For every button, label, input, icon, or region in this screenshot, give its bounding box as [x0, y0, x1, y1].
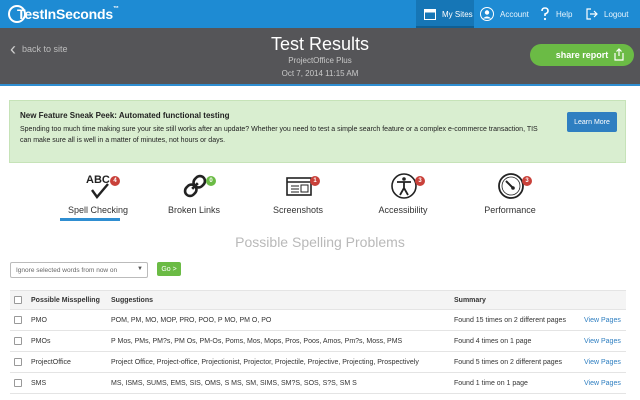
table-row: PMOs P Mos, PMs, PM?s, PM Os, PM-Os, Pom… [10, 331, 626, 352]
row-word: ProjectOffice [31, 358, 71, 366]
nav-help[interactable]: Help [540, 0, 572, 28]
tab-broken-links[interactable]: 0 Broken Links [154, 172, 234, 222]
tab-screenshots-label: Screenshots [272, 205, 324, 215]
link-icon [183, 174, 207, 198]
view-pages-link[interactable]: View Pages [584, 373, 621, 393]
table-row: SMS MS, ISMS, SUMS, EMS, SIS, OMS, S MS,… [10, 373, 626, 394]
spelling-table: Possible Misspelling Suggestions Summary… [10, 290, 626, 394]
logo[interactable]: TestInSeconds™ [8, 4, 119, 24]
row-checkbox[interactable] [14, 337, 22, 345]
row-checkbox[interactable] [14, 316, 22, 324]
tab-broken-links-label: Broken Links [167, 205, 221, 215]
tab-screenshots[interactable]: 1 Screenshots [258, 172, 338, 222]
accessibility-badge: 3 [415, 176, 425, 186]
bulk-action-select[interactable]: Ignore selected words from now on ▼ [10, 262, 148, 278]
share-report-button[interactable]: share report [530, 44, 634, 66]
feature-banner: New Feature Sneak Peek: Automated functi… [9, 100, 626, 163]
caret-down-icon: ▼ [137, 266, 143, 272]
banner-title: New Feature Sneak Peek: Automated functi… [20, 111, 230, 120]
nav-my-sites[interactable]: My Sites [416, 0, 474, 28]
tab-spell-checking[interactable]: ABC 4 Spell Checking [58, 172, 138, 222]
broken-links-badge: 0 [206, 176, 216, 186]
nav-logout-label: Logout [604, 9, 629, 19]
user-icon [480, 7, 494, 21]
spell-checking-badge: 4 [110, 176, 120, 186]
browser-icon [286, 177, 312, 196]
row-suggestions: POM, PM, MO, MOP, PRO, POO, P MO, PM O, … [111, 316, 272, 324]
learn-more-button[interactable]: Learn More [567, 112, 617, 132]
go-button[interactable]: Go > [157, 262, 181, 276]
nav-account[interactable]: Account [480, 0, 529, 28]
nav-help-label: Help [556, 9, 573, 19]
select-all-checkbox[interactable] [14, 296, 22, 304]
section-title: Possible Spelling Problems [235, 234, 405, 250]
view-pages-link[interactable]: View Pages [584, 310, 621, 330]
table-row: ProjectOffice Project Office, Project-of… [10, 352, 626, 373]
table-row: PMO POM, PM, MO, MOP, PRO, POO, P MO, PM… [10, 310, 626, 331]
gauge-icon [498, 173, 524, 199]
report-date: Oct 7, 2014 11:15 AM [281, 69, 359, 78]
nav-my-sites-label: My Sites [442, 9, 473, 19]
top-nav: TestInSeconds™ My Sites Account Help Log… [0, 0, 640, 28]
row-checkbox[interactable] [14, 379, 22, 387]
header-summary: Summary [454, 296, 486, 304]
bulk-action-value: Ignore selected words from now on [16, 267, 118, 274]
row-word: SMS [31, 379, 47, 387]
row-summary: Found 1 time on 1 page [454, 379, 528, 387]
performance-badge: 3 [522, 176, 532, 186]
tab-performance[interactable]: 3 Performance [470, 172, 550, 222]
tab-performance-label: Performance [484, 205, 536, 215]
nav-logout[interactable]: Logout [586, 0, 628, 28]
tab-spell-checking-label: Spell Checking [67, 205, 129, 215]
accessibility-icon [391, 173, 417, 199]
row-summary: Found 5 times on 2 different pages [454, 358, 563, 366]
view-pages-link[interactable]: View Pages [584, 352, 621, 372]
row-word: PMO [31, 316, 47, 324]
row-summary: Found 4 times on 1 page [454, 337, 532, 345]
row-checkbox[interactable] [14, 358, 22, 366]
logo-trademark: ™ [112, 6, 119, 12]
spellcheck-icon: ABC [86, 174, 110, 199]
header-suggestions: Suggestions [111, 296, 154, 304]
row-suggestions: P Mos, PMs, PM?s, PM Os, PM-Os, Poms, Mo… [111, 337, 403, 345]
table-header: Possible Misspelling Suggestions Summary [10, 290, 626, 310]
row-suggestions: Project Office, Project-office, Projecti… [111, 358, 419, 366]
help-icon [541, 7, 549, 21]
logout-icon [586, 8, 598, 20]
screenshots-badge: 1 [310, 176, 320, 186]
active-tab-underline [60, 218, 120, 221]
share-report-label: share report [555, 50, 609, 60]
header-word: Possible Misspelling [31, 296, 100, 304]
row-suggestions: MS, ISMS, SUMS, EMS, SIS, OMS, S MS, SM,… [111, 379, 357, 387]
tab-accessibility-label: Accessibility [378, 205, 428, 215]
nav-account-label: Account [500, 9, 529, 19]
view-pages-link[interactable]: View Pages [584, 331, 621, 351]
logo-text: TestInSeconds [17, 6, 113, 22]
row-word: PMOs [31, 337, 51, 345]
row-summary: Found 15 times on 2 different pages [454, 316, 566, 324]
banner-text: Spending too much time making sure your … [20, 126, 538, 144]
share-icon [614, 48, 624, 61]
tab-accessibility[interactable]: 3 Accessibility [363, 172, 443, 222]
sites-icon [424, 8, 436, 20]
